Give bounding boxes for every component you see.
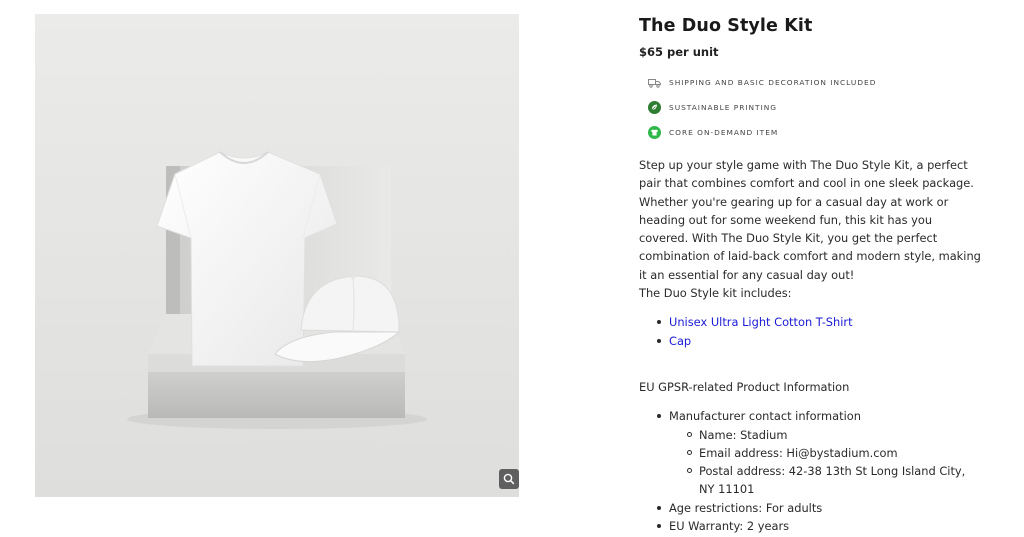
- feature-label: Core on-demand item: [669, 128, 779, 137]
- age-restriction: Age restrictions: For adults: [657, 499, 984, 517]
- manufacturer-details: Name: Stadium Email address: Hi@bystadiu…: [669, 426, 984, 499]
- magnifier-icon: [503, 473, 515, 485]
- eu-warranty: EU Warranty: 2 years: [657, 517, 984, 535]
- feature-core-item: Core on-demand item: [639, 120, 984, 145]
- manufacturer-email: Email address: Hi@bystadium.com: [687, 444, 984, 462]
- description-paragraph: Step up your style game with The Duo Sty…: [639, 158, 981, 282]
- kit-includes-label: The Duo Style kit includes:: [639, 286, 792, 301]
- kit-item-tshirt-link[interactable]: Unisex Ultra Light Cotton T-Shirt: [669, 315, 853, 329]
- product-title: The Duo Style Kit: [639, 16, 813, 36]
- zoom-button[interactable]: [499, 469, 519, 489]
- manufacturer-label: Manufacturer contact information: [669, 409, 861, 424]
- list-item: Manufacturer contact information Name: S…: [657, 407, 984, 499]
- kit-item-cap-link[interactable]: Cap: [669, 334, 691, 348]
- gpsr-list: Manufacturer contact information Name: S…: [639, 407, 984, 535]
- leaf-icon: [648, 101, 661, 114]
- list-item: Unisex Ultra Light Cotton T-Shirt: [657, 313, 984, 331]
- feature-sustainable: Sustainable printing: [639, 95, 984, 120]
- feature-shipping: Shipping and basic decoration included: [639, 70, 984, 95]
- list-item: Cap: [657, 332, 984, 350]
- product-description: Step up your style game with The Duo Sty…: [639, 156, 984, 302]
- truck-icon: [648, 76, 661, 89]
- shirt-icon: [648, 126, 661, 139]
- feature-label: Sustainable printing: [669, 103, 778, 112]
- product-info: The Duo Style Kit $65 per unit Shipping …: [639, 14, 984, 535]
- manufacturer-address: Postal address: 42-38 13th St Long Islan…: [687, 462, 984, 499]
- product-image[interactable]: [35, 14, 519, 497]
- manufacturer-name: Name: Stadium: [687, 426, 984, 444]
- gpsr-heading: EU GPSR-related Product Information: [639, 379, 850, 394]
- kit-item-list: Unisex Ultra Light Cotton T-Shirt Cap: [639, 313, 984, 350]
- feature-list: Shipping and basic decoration included S…: [639, 70, 984, 145]
- product-photo: [35, 14, 519, 497]
- product-price: $65 per unit: [639, 45, 719, 59]
- feature-label: Shipping and basic decoration included: [669, 78, 877, 87]
